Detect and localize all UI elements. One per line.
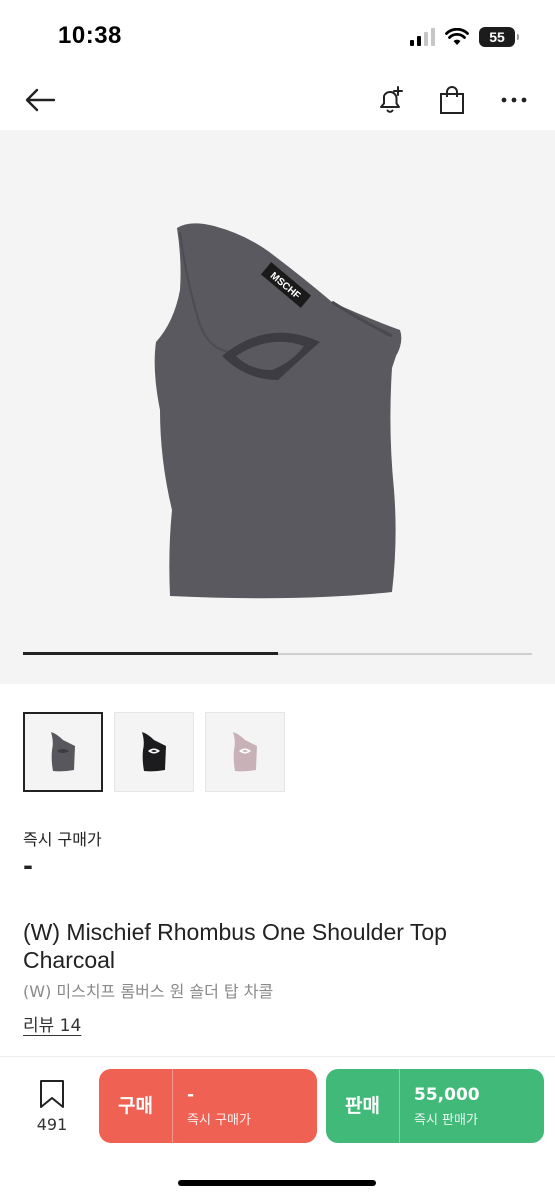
thumbnail-list [23,712,285,792]
buy-info: - 즉시 구매가 [173,1085,251,1128]
buy-price: - [187,1084,195,1105]
gallery-progress-track [23,652,532,655]
bookmark-icon [40,1080,64,1108]
thumbnail-black[interactable] [114,712,194,792]
wifi-icon [445,28,469,45]
nav-header [0,72,555,128]
wishlist-button[interactable]: 491 [22,1079,82,1134]
review-link[interactable]: 리뷰 14 [23,1011,81,1036]
bottom-action-bar: 491 구매 - 즉시 구매가 판매 55,000 즉시 판매가 [0,1056,555,1200]
shopping-bag-icon [440,86,464,114]
cellular-signal-icon [410,28,435,46]
sell-info: 55,000 즉시 판매가 [400,1085,480,1128]
status-bar: 10:38 55 [0,0,555,72]
thumbnail-image [142,732,166,772]
cart-button[interactable] [432,80,472,120]
more-horizontal-icon [501,97,527,103]
thumbnail-pink[interactable] [205,712,285,792]
buy-subtext: 즉시 구매가 [187,1112,251,1128]
instant-buy-price-label: 즉시 구매가 [23,830,102,849]
sell-button[interactable]: 판매 55,000 즉시 판매가 [326,1069,544,1143]
arrow-left-icon [25,88,56,112]
gallery-progress-fill [23,652,278,655]
home-indicator [178,1180,376,1186]
alert-button[interactable] [370,80,410,120]
sell-subtext: 즉시 판매가 [414,1112,478,1128]
product-image-gallery[interactable]: MSCHF [0,130,555,684]
status-time: 10:38 [58,22,122,49]
product-image: MSCHF [154,223,402,599]
bell-plus-icon [380,86,403,113]
thumbnail-charcoal[interactable] [23,712,103,792]
sell-price: 55,000 [414,1084,480,1105]
wishlist-count: 491 [36,1115,68,1134]
more-button[interactable] [494,80,534,120]
thumbnail-image [233,732,257,772]
product-title-ko: (W) 미스치프 롬버스 원 숄더 탑 차콜 [23,982,274,1001]
product-title-en: (W) Mischief Rhombus One Shoulder Top Ch… [23,919,447,973]
sell-label: 판매 [326,1069,400,1143]
battery-icon: 55 [479,27,519,47]
buy-label: 구매 [99,1069,173,1143]
buy-button[interactable]: 구매 - 즉시 구매가 [99,1069,317,1143]
back-button[interactable] [20,80,60,120]
status-icons: 55 [410,26,519,48]
instant-buy-price-value: - [23,852,33,880]
thumbnail-image [51,732,75,772]
